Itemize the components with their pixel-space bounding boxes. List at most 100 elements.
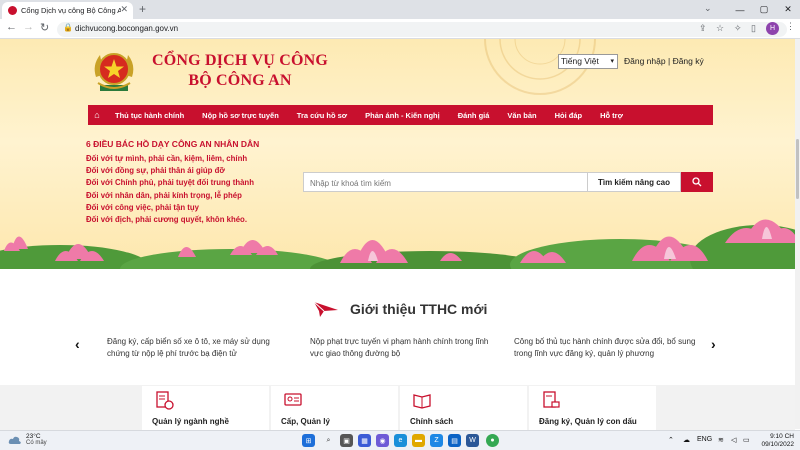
- service-card-issue[interactable]: Cấp, Quản lý: [271, 386, 398, 430]
- nav-item-online-submission[interactable]: Nộp hồ sơ trực tuyến: [193, 111, 288, 120]
- onedrive-icon[interactable]: ☁: [683, 436, 690, 444]
- file-explorer-icon[interactable]: ▬: [412, 434, 425, 447]
- battery-icon[interactable]: ▭: [743, 436, 750, 444]
- close-window-icon[interactable]: ✕: [776, 0, 800, 19]
- advice-line: Đối với tự mình, phải cần, kiệm, liêm, c…: [86, 154, 248, 163]
- scrollbar-thumb[interactable]: [796, 139, 799, 199]
- intro-title-text: Giới thiệu TTHC mới: [350, 301, 488, 317]
- new-tab-icon[interactable]: +: [139, 2, 146, 16]
- bookmark-star-icon[interactable]: ☆: [716, 23, 724, 34]
- volume-icon[interactable]: ◁: [731, 436, 736, 444]
- browser-menu-icon[interactable]: ⋮: [786, 21, 795, 32]
- service-card-profession[interactable]: Quản lý ngành nghề: [142, 386, 269, 430]
- lock-icon[interactable]: 🔒: [63, 23, 73, 32]
- id-card-icon: [284, 393, 302, 406]
- chat-icon[interactable]: ◉: [376, 434, 389, 447]
- auth-links: Đăng nhập | Đăng ký: [624, 56, 704, 66]
- wifi-icon[interactable]: ≋: [718, 436, 724, 444]
- profile-avatar[interactable]: H: [766, 22, 779, 35]
- nav-item-feedback[interactable]: Phản ánh - Kiến nghị: [356, 111, 449, 120]
- forward-icon[interactable]: →: [23, 21, 34, 33]
- maximize-icon[interactable]: ▢: [752, 0, 776, 19]
- task-view-icon[interactable]: ▣: [340, 434, 353, 447]
- chevron-down-icon: ▾: [610, 58, 614, 65]
- word-icon[interactable]: W: [466, 434, 479, 447]
- site-title-line2: BỘ CÔNG AN: [188, 72, 292, 89]
- service-card-policy[interactable]: Chính sách: [400, 386, 527, 430]
- weather-condition: Có mây: [26, 440, 47, 446]
- login-link[interactable]: Đăng nhập: [624, 56, 666, 66]
- search-input[interactable]: [304, 174, 587, 193]
- service-card-seal[interactable]: Đăng ký, Quản lý con dấu: [529, 386, 656, 430]
- drum-pattern-decoration: [484, 39, 596, 95]
- intro-news-item[interactable]: Đăng ký, cấp biển số xe ô tô, xe máy sử …: [107, 336, 292, 360]
- auth-separator: |: [667, 56, 671, 66]
- home-icon[interactable]: ⌂: [88, 110, 106, 120]
- back-icon[interactable]: ←: [6, 21, 17, 33]
- close-tab-icon[interactable]: ✕: [120, 4, 128, 15]
- intro-section-title: Giới thiệu TTHC mới: [312, 300, 487, 318]
- taskbar-clock[interactable]: 9:10 CH 09/10/2022: [756, 433, 794, 449]
- store-icon[interactable]: ▤: [448, 434, 461, 447]
- open-book-icon: [413, 394, 431, 409]
- stamp-document-icon: [543, 391, 560, 408]
- chrome-icon[interactable]: ●: [486, 434, 499, 447]
- tab-title: Cổng Dịch vụ công Bộ Công An: [21, 6, 121, 15]
- clock-time: 9:10 CH: [770, 433, 794, 440]
- nav-item-support[interactable]: Hỗ trợ: [591, 111, 632, 120]
- search-icon: [692, 177, 702, 187]
- window-controls: — ▢ ✕: [728, 0, 800, 19]
- carousel-next-icon[interactable]: ›: [711, 336, 716, 352]
- language-value: Tiếng Việt: [561, 56, 599, 66]
- browser-tab[interactable]: Cổng Dịch vụ công Bộ Công An ✕: [2, 2, 133, 19]
- lotus-decoration: [0, 219, 800, 269]
- hero-banner: CỔNG DỊCH VỤ CÔNG BỘ CÔNG AN Tiếng Việt …: [0, 39, 800, 269]
- extensions-icon[interactable]: ✧: [734, 23, 742, 34]
- plane-logo-icon: [313, 301, 338, 317]
- site-title-line1: CỔNG DỊCH VỤ CÔNG: [152, 52, 329, 69]
- nav-item-evaluation[interactable]: Đánh giá: [449, 111, 499, 120]
- widgets-icon[interactable]: ▦: [358, 434, 371, 447]
- side-panel-icon[interactable]: ▯: [751, 23, 756, 34]
- edge-browser-icon[interactable]: e: [394, 434, 407, 447]
- service-label: Chính sách: [410, 417, 454, 426]
- browser-toolbar: ← → ↻ 🔒 dichvucong.bocongan.gov.vn ⇪ ☆ ✧…: [0, 19, 800, 39]
- cloud-icon: [8, 436, 21, 444]
- page-scrollbar[interactable]: [795, 39, 800, 429]
- advice-heading: 6 ĐIỀU BÁC HỒ DẠY CÔNG AN NHÂN DÂN: [86, 139, 260, 149]
- nav-item-administrative-procedures[interactable]: Thủ tục hành chính: [106, 111, 193, 120]
- share-icon[interactable]: ⇪: [699, 23, 707, 34]
- browser-tabstrip: Cổng Dịch vụ công Bộ Công An ✕ + ⌄ — ▢ ✕: [0, 0, 800, 19]
- zalo-icon[interactable]: Z: [430, 434, 443, 447]
- advice-line: Đối với đồng sự, phải thân ái giúp đỡ: [86, 166, 225, 176]
- carousel-prev-icon[interactable]: ‹: [75, 336, 80, 352]
- advanced-search-button[interactable]: Tìm kiếm nâng cao: [588, 172, 681, 192]
- service-label: Quản lý ngành nghề: [152, 417, 229, 426]
- reload-icon[interactable]: ↻: [40, 21, 49, 34]
- register-link[interactable]: Đăng ký: [673, 56, 704, 66]
- input-language[interactable]: ENG: [697, 436, 712, 443]
- intro-news-item[interactable]: Công bố thủ tục hành chính được sửa đổi,…: [514, 336, 699, 360]
- windows-start-icon[interactable]: ⊞: [302, 434, 315, 447]
- search-button[interactable]: [681, 172, 713, 192]
- weather-widget[interactable]: 23°C Có mây: [8, 433, 47, 447]
- language-select[interactable]: Tiếng Việt ▾: [558, 54, 618, 69]
- nav-item-documents[interactable]: Văn bản: [498, 111, 545, 120]
- nav-item-track-application[interactable]: Tra cứu hồ sơ: [288, 111, 356, 120]
- search-field-wrap: [303, 172, 588, 193]
- search-taskbar-icon[interactable]: ⌕: [322, 434, 335, 447]
- service-label: Cấp, Quản lý: [281, 417, 330, 426]
- address-bar[interactable]: 🔒 dichvucong.bocongan.gov.vn ⇪ ☆ ✧ ▯: [57, 22, 787, 37]
- tab-search-icon[interactable]: ⌄: [704, 3, 712, 14]
- url-text: dichvucong.bocongan.gov.vn: [75, 24, 179, 33]
- minimize-icon[interactable]: —: [728, 0, 752, 19]
- clock-date: 09/10/2022: [761, 441, 794, 448]
- temperature: 23°C: [26, 433, 41, 440]
- site-title[interactable]: CỔNG DỊCH VỤ CÔNG BỘ CÔNG AN: [152, 51, 328, 91]
- tray-overflow-icon[interactable]: ⌃: [668, 436, 674, 444]
- nav-item-faq[interactable]: Hỏi đáp: [546, 111, 592, 120]
- main-nav: ⌂ Thủ tục hành chính Nộp hồ sơ trực tuyế…: [88, 105, 713, 125]
- intro-news-item[interactable]: Nộp phạt trực tuyến vi phạm hành chính t…: [310, 336, 495, 360]
- windows-taskbar: 23°C Có mây ⊞ ⌕ ▣ ▦ ◉ e ▬ Z ▤ W ● ⌃ ☁ EN…: [0, 430, 800, 450]
- service-label: Đăng ký, Quản lý con dấu: [539, 417, 637, 426]
